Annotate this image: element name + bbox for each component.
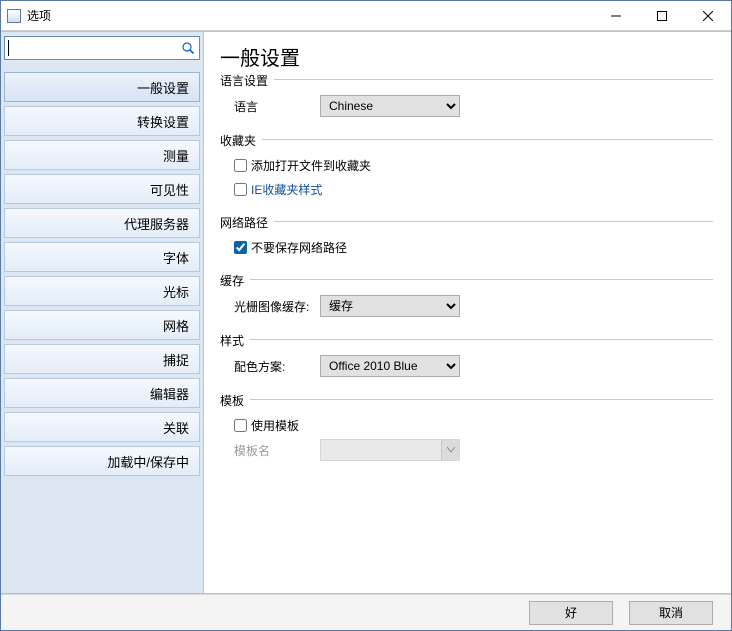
sidebar-item-label: 网格 <box>163 316 189 335</box>
main-content: 一般设置 语言设置 语言 Chinese 收藏夹 <box>204 32 731 593</box>
window-title: 选项 <box>27 7 593 24</box>
sidebar-item-1[interactable]: 转换设置 <box>4 106 200 136</box>
favorites-add-checkbox[interactable] <box>234 159 247 172</box>
group-network-title: 网络路径 <box>220 214 274 231</box>
style-label: 配色方案: <box>234 358 320 375</box>
sidebar-item-9[interactable]: 编辑器 <box>4 378 200 408</box>
chevron-down-icon[interactable] <box>441 440 459 460</box>
search-box[interactable] <box>4 36 200 60</box>
sidebar-item-6[interactable]: 光标 <box>4 276 200 306</box>
sidebar-item-label: 光标 <box>163 282 189 301</box>
network-nosave-label: 不要保存网络路径 <box>251 239 347 256</box>
sidebar-item-label: 字体 <box>163 248 189 267</box>
group-template-title: 模板 <box>220 392 250 409</box>
text-caret <box>8 40 9 56</box>
group-language-title: 语言设置 <box>220 72 274 89</box>
sidebar-item-0[interactable]: 一般设置 <box>4 72 200 102</box>
language-select[interactable]: Chinese <box>320 95 460 117</box>
app-icon <box>7 9 21 23</box>
title-bar: 选项 <box>1 1 731 31</box>
cache-select[interactable]: 缓存 <box>320 295 460 317</box>
favorites-ie-checkbox[interactable] <box>234 183 247 196</box>
group-cache: 缓存 光栅图像缓存: 缓存 <box>220 279 713 327</box>
sidebar-item-8[interactable]: 捕捉 <box>4 344 200 374</box>
template-use-checkbox[interactable] <box>234 419 247 432</box>
sidebar-item-label: 代理服务器 <box>124 214 189 233</box>
sidebar-item-label: 转换设置 <box>137 112 189 131</box>
sidebar-item-label: 测量 <box>163 146 189 165</box>
favorites-ie-label: IE收藏夹样式 <box>251 181 322 198</box>
sidebar-item-7[interactable]: 网格 <box>4 310 200 340</box>
group-cache-title: 缓存 <box>220 272 250 289</box>
group-favorites: 收藏夹 添加打开文件到收藏夹 IE收藏夹样式 <box>220 139 713 209</box>
sidebar: 一般设置转换设置测量可见性代理服务器字体光标网格捕捉编辑器关联加载中/保存中 <box>1 32 204 593</box>
group-favorites-title: 收藏夹 <box>220 132 262 149</box>
page-title: 一般设置 <box>220 42 713 71</box>
maximize-button[interactable] <box>639 1 685 31</box>
template-use-label: 使用模板 <box>251 417 299 434</box>
search-icon[interactable] <box>179 39 197 57</box>
footer: 好 取消 <box>1 594 731 630</box>
sidebar-item-label: 一般设置 <box>137 78 189 97</box>
favorites-add-label: 添加打开文件到收藏夹 <box>251 157 371 174</box>
group-style: 样式 配色方案: Office 2010 Blue <box>220 339 713 387</box>
sidebar-item-4[interactable]: 代理服务器 <box>4 208 200 238</box>
style-select[interactable]: Office 2010 Blue <box>320 355 460 377</box>
search-input[interactable] <box>5 38 179 58</box>
sidebar-item-label: 可见性 <box>150 180 189 199</box>
group-language: 语言设置 语言 Chinese <box>220 79 713 127</box>
sidebar-item-2[interactable]: 测量 <box>4 140 200 170</box>
sidebar-item-5[interactable]: 字体 <box>4 242 200 272</box>
sidebar-item-label: 关联 <box>163 418 189 437</box>
sidebar-item-11[interactable]: 加载中/保存中 <box>4 446 200 476</box>
sidebar-item-label: 加载中/保存中 <box>107 452 189 471</box>
network-nosave-checkbox[interactable] <box>234 241 247 254</box>
group-network: 网络路径 不要保存网络路径 <box>220 221 713 267</box>
cancel-button[interactable]: 取消 <box>629 601 713 625</box>
language-label: 语言 <box>234 98 320 115</box>
cache-label: 光栅图像缓存: <box>234 298 320 315</box>
sidebar-item-10[interactable]: 关联 <box>4 412 200 442</box>
sidebar-item-label: 编辑器 <box>150 384 189 403</box>
close-button[interactable] <box>685 1 731 31</box>
template-name-label: 模板名 <box>234 442 320 459</box>
sidebar-item-label: 捕捉 <box>163 350 189 369</box>
group-template: 模板 使用模板 模板名 <box>220 399 713 471</box>
sidebar-item-3[interactable]: 可见性 <box>4 174 200 204</box>
template-name-combo[interactable] <box>320 439 460 461</box>
minimize-button[interactable] <box>593 1 639 31</box>
ok-button[interactable]: 好 <box>529 601 613 625</box>
group-style-title: 样式 <box>220 332 250 349</box>
